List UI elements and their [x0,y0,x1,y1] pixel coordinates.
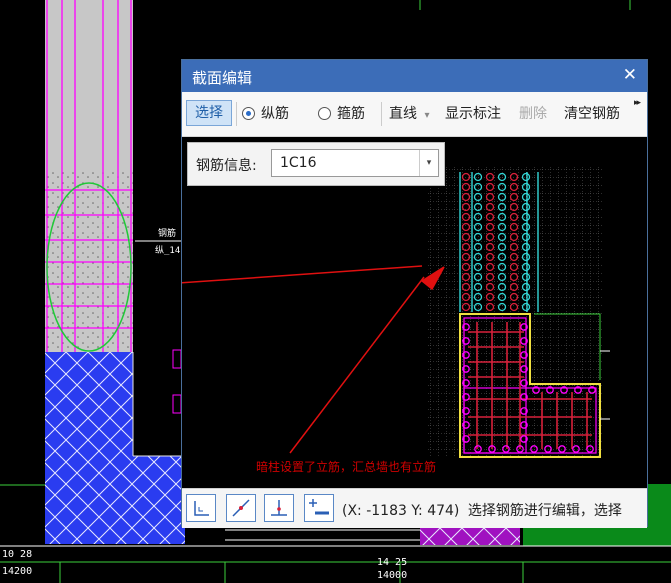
add-rebar-icon [309,499,329,515]
show-annotation-button[interactable]: 显示标注 [445,103,501,123]
line-label: 直线 [389,106,417,122]
cad-label-3: 10 28 [2,549,33,560]
orthogonal-icon [194,501,209,516]
annotation-arrows [182,265,445,454]
dialog-toolbar: 选择 纵筋 箍筋 直线 ▾ 显示标注 删除 清空钢筋 ▸▸ [182,92,647,137]
dialog-statusbar: (X: -1183 Y: 474) 选择钢筋进行编辑，选择 [182,488,647,528]
rebar-info-select[interactable]: 1C16 ▾ [271,149,439,177]
radio-unchecked-icon [318,107,331,120]
delete-button[interactable]: 删除 [519,103,547,123]
cad-label-5: 14 25 [377,557,408,568]
oblique-snap-button[interactable] [226,494,256,522]
dialog-title: 截面编辑 [192,69,253,87]
cad-marker [172,349,182,414]
cursor-coords: (X: -1183 Y: 474) [342,503,460,519]
cad-label-1: 钢筋 [158,229,177,239]
clear-rebar-button[interactable]: 清空钢筋 [564,103,620,123]
chevron-down-icon[interactable]: ▾ [419,150,438,176]
section-edit-dialog: 截面编辑 ✕ 选择 纵筋 箍筋 直线 ▾ 显示标注 删除 清空钢筋 ▸▸ 钢筋信… [181,59,648,528]
oblique-icon [232,499,250,517]
chevron-down-icon: ▾ [424,110,430,121]
close-icon[interactable]: ✕ [623,65,637,85]
rebar-info-panel: 钢筋信息: 1C16 ▾ [187,142,445,186]
cad-label-4: 14200 [2,566,33,577]
section-drawing[interactable] [182,137,647,488]
toolbar-overflow-icon[interactable]: ▸▸ [634,98,641,108]
stirrup-radio[interactable]: 箍筋 [318,103,365,123]
dialog-titlebar[interactable]: 截面编辑 ✕ [182,60,647,92]
add-rebar-button[interactable] [304,494,334,522]
vertical-icon [271,500,287,516]
section-canvas[interactable]: 钢筋信息: 1C16 ▾ 暗柱设置了立筋，汇总墙也有立筋 [182,137,647,488]
cad-label-6: 14000 [377,570,408,581]
line-dropdown[interactable]: 直线 ▾ [389,103,429,123]
radio-checked-icon [242,107,255,120]
longitudinal-radio[interactable]: 纵筋 [242,103,289,123]
stirrup-label: 箍筋 [337,106,365,122]
longitudinal-label: 纵筋 [261,106,289,122]
rebar-info-label: 钢筋信息: [196,158,257,174]
select-button[interactable]: 选择 [186,100,232,126]
cad-label-2: 纵_14 [155,246,181,256]
vertical-snap-button[interactable] [264,494,294,522]
annotation-note: 暗柱设置了立筋，汇总墙也有立筋 [256,460,437,474]
status-message: 选择钢筋进行编辑，选择 [467,503,622,519]
orthogonal-snap-button[interactable] [186,494,216,522]
status-text: (X: -1183 Y: 474) 选择钢筋进行编辑，选择 [342,500,622,520]
rebar-info-value: 1C16 [280,155,317,171]
